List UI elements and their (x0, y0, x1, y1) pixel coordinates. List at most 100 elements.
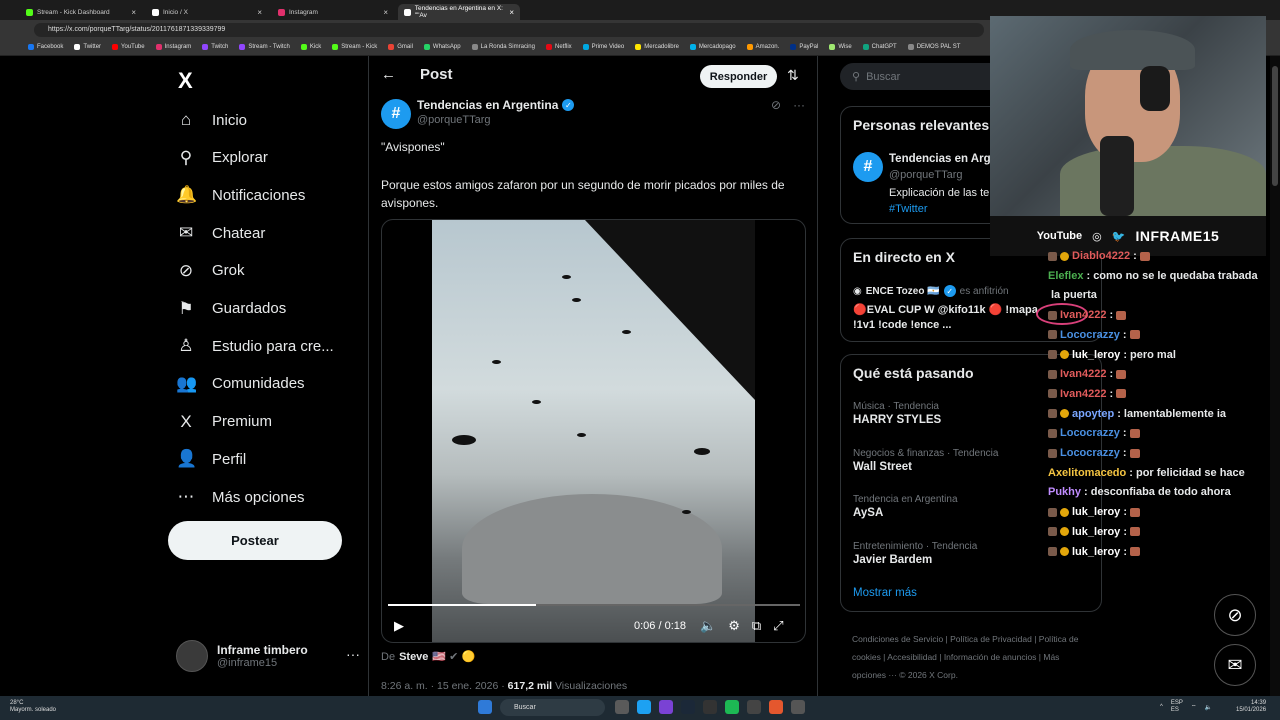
trend-item[interactable]: Música · Tendencia HARRY STYLES (853, 401, 941, 426)
bookmark-item[interactable]: Wise (829, 44, 852, 50)
bookmark-item[interactable]: Prime Video (582, 44, 624, 50)
clock[interactable]: 14:39 15/01/2026 (1236, 700, 1266, 714)
browser-tab[interactable]: Inicio / X × (146, 4, 268, 20)
nav-item-chatear[interactable]: ✉ Chatear (176, 218, 266, 248)
nav-item-notificaciones[interactable]: 🔔 Notificaciones (176, 180, 305, 210)
discord-icon[interactable] (659, 700, 673, 714)
volume-tray-icon[interactable]: 🔈 (1204, 704, 1211, 711)
nav-icon: ⚲ (179, 147, 193, 167)
nav-item-estudio-para-cre[interactable]: ♙ Estudio para cre... (176, 331, 333, 361)
video-progress-bar[interactable] (388, 604, 800, 606)
bookmark-item[interactable]: ChatGPT (862, 44, 897, 50)
nav-item-premium[interactable]: X Premium (176, 407, 272, 437)
scrollbar-thumb[interactable] (1272, 66, 1278, 186)
trend-item[interactable]: Tendencia en Argentina AySA (853, 494, 958, 519)
more-dots-icon[interactable]: ··· (346, 646, 360, 662)
nav-item-grok[interactable]: ⊘ Grok (176, 256, 245, 286)
bookmark-item[interactable]: Kick (300, 44, 321, 50)
account-switcher[interactable]: Inframe timbero @inframe15 ··· (176, 640, 360, 672)
grok-icon[interactable]: ⊘ (771, 98, 781, 112)
fullscreen-icon[interactable]: ⤢ (773, 618, 783, 634)
show-more-link[interactable]: Mostrar más (853, 587, 917, 599)
x-logo-icon[interactable]: X (178, 68, 193, 94)
task-view-icon[interactable] (615, 700, 629, 714)
bookmark-item[interactable]: WhatsApp (423, 44, 461, 50)
obs-icon[interactable] (769, 700, 783, 714)
bookmark-item[interactable]: Mercadolibre (635, 44, 679, 50)
author-handle[interactable]: @porqueTTarg (417, 114, 491, 126)
bookmark-item[interactable]: Stream - Kick (332, 44, 377, 50)
footer-links[interactable]: Condiciones de Servicio | Política de Pr… (852, 630, 1092, 684)
author-avatar[interactable]: # (381, 99, 411, 129)
start-icon[interactable] (478, 700, 492, 714)
nav-label: Grok (212, 262, 245, 280)
spotify-icon[interactable] (725, 700, 739, 714)
wasp-5 (572, 298, 581, 302)
back-arrow-icon[interactable]: ← (381, 66, 396, 83)
grok-fab-icon[interactable]: ⊘ (1214, 594, 1256, 636)
app-icon-2[interactable] (747, 700, 761, 714)
bookmark-item[interactable]: Netflix (545, 44, 572, 50)
bookmark-item[interactable]: Gmail (388, 44, 413, 50)
play-icon[interactable]: ▶ (394, 618, 404, 634)
scrollbar[interactable] (1270, 56, 1280, 696)
bookmark-item[interactable]: Facebook (28, 44, 63, 50)
bookmark-item[interactable]: Amazon. (746, 44, 779, 50)
picture-in-picture-icon[interactable]: ⧉ (752, 618, 761, 634)
relevant-hashtag[interactable]: #Twitter (889, 203, 928, 215)
relevant-name[interactable]: Tendencias en Arge (889, 153, 997, 165)
nav-item-más-opciones[interactable]: ⋯ Más opciones (176, 482, 305, 512)
nav-item-explorar[interactable]: ⚲ Explorar (176, 143, 268, 173)
nav-item-comunidades[interactable]: 👥 Comunidades (176, 369, 305, 399)
bookmark-item[interactable]: La Ronda Simracing (471, 44, 535, 50)
url-field[interactable]: https://x.com/porqueTTarg/status/2011761… (34, 22, 984, 37)
system-tray[interactable]: ^ ESP ES ⌔ 🔈 (1160, 700, 1212, 714)
wifi-icon[interactable]: ⌔ (1191, 703, 1197, 711)
volume-icon[interactable]: 🔈 (700, 618, 716, 634)
close-tab-icon[interactable]: × (131, 8, 136, 17)
bookmark-item[interactable]: Twitch (202, 44, 228, 50)
video-player[interactable]: ▶ 0:06 / 0:18 🔈 ⚙ ⧉ ⤢ (381, 219, 806, 643)
author-name[interactable]: Tendencias en Argentina ✓ (417, 98, 575, 112)
post-button[interactable]: Postear (168, 521, 342, 560)
messages-fab-icon[interactable]: ✉ (1214, 644, 1256, 686)
bookmark-item[interactable]: Twitter (74, 44, 101, 50)
bookmark-item[interactable]: DEMOS PAL ST (907, 44, 960, 50)
close-tab-icon[interactable]: × (383, 8, 388, 17)
nav-item-perfil[interactable]: 👤 Perfil (176, 444, 246, 474)
attribution-name[interactable]: Steve (399, 651, 428, 663)
trend-item[interactable]: Negocios & finanzas · Tendencia Wall Stre… (853, 448, 998, 473)
trend-item[interactable]: Entretenimiento · Tendencia Javier Bardem (853, 541, 977, 566)
relevant-avatar[interactable]: # (853, 152, 883, 182)
bookmark-favicon-icon (635, 44, 642, 50)
close-tab-icon[interactable]: × (509, 8, 514, 17)
weather-widget[interactable]: 28°C Mayorm. soleado (10, 700, 56, 714)
bookmark-item[interactable]: Stream - Twitch (239, 44, 290, 50)
bookmark-label: YouTube (121, 44, 145, 50)
more-options-icon[interactable]: ··· (793, 98, 805, 112)
post-timestamp[interactable]: 8:26 a. m. · 15 ene. 2026 · (381, 680, 505, 692)
reply-button[interactable]: Responder (700, 65, 777, 88)
taskbar-search[interactable]: Buscar (500, 699, 605, 716)
bookmark-item[interactable]: YouTube (112, 44, 145, 50)
chevron-up-icon[interactable]: ^ (1160, 704, 1163, 710)
close-tab-icon[interactable]: × (257, 8, 262, 17)
app-icon-3[interactable] (791, 700, 805, 714)
video-frame[interactable] (432, 220, 755, 642)
bookmark-item[interactable]: Instagram (155, 44, 191, 50)
nav-item-inicio[interactable]: ⌂ Inicio (176, 105, 247, 135)
browser-tab[interactable]: Stream - Kick Dashboard × (20, 4, 142, 20)
settings-sliders-icon[interactable]: ⇅ (787, 67, 799, 84)
bookmark-item[interactable]: Mercadopago (689, 44, 736, 50)
bookmark-item[interactable]: PayPal (790, 44, 818, 50)
gear-icon[interactable]: ⚙ (728, 618, 740, 634)
browser-tab[interactable]: Instagram × (272, 4, 394, 20)
live-host[interactable]: ◉ ENCE Tozeo 🇦🇷 ✓ es anfitrión (853, 285, 1009, 297)
edge-icon[interactable] (637, 700, 651, 714)
app-icon[interactable] (703, 700, 717, 714)
browser-tab[interactable]: Tendencias en Argentina en X: ""Av × (398, 4, 520, 20)
nav-item-guardados[interactable]: ⚑ Guardados (176, 294, 286, 324)
steam-icon[interactable] (681, 700, 695, 714)
live-stream-title[interactable]: 🔴EVAL CUP W @kifo11k 🔴 !mapa !1v1 !code … (853, 303, 1053, 333)
bookmark-favicon-icon (746, 44, 753, 50)
